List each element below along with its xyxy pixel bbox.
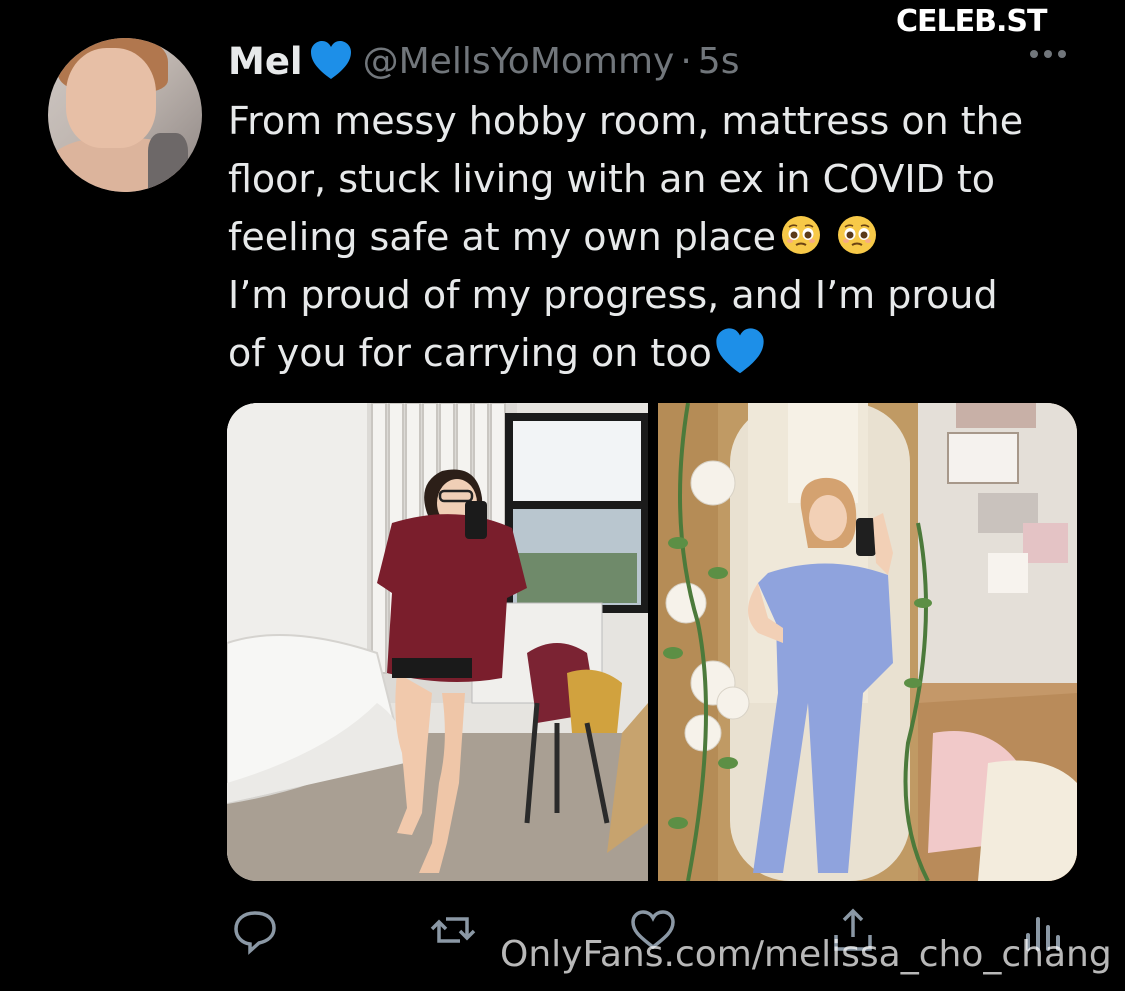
user-handle[interactable]: @MellsYoMommy <box>363 41 675 82</box>
separator-dot: · <box>680 40 692 82</box>
display-name[interactable]: Mel <box>228 40 303 83</box>
blue-heart-icon <box>309 39 353 83</box>
tweet-text-line: I’m proud of my progress, and I’m proud <box>228 273 998 317</box>
blue-heart-icon <box>714 326 766 378</box>
tweet-text-line: From messy hobby room, mattress on the <box>228 99 1024 143</box>
photo-before[interactable] <box>227 403 648 881</box>
retweet-icon[interactable] <box>428 905 478 955</box>
tweet-header: Mel @MellsYoMommy · 5s <box>228 34 739 88</box>
tweet-text: From messy hobby room, mattress on the f… <box>228 92 1108 382</box>
timestamp[interactable]: 5s <box>698 41 740 82</box>
more-dots-icon[interactable] <box>1030 50 1066 58</box>
photo-after[interactable] <box>658 403 1077 881</box>
tweet-text-line-3: feeling safe at my own place <box>228 208 1108 266</box>
watermark-top: CELEB.ST <box>896 4 1047 39</box>
pleading-face-icon <box>836 214 878 256</box>
reply-icon[interactable] <box>230 905 280 955</box>
tweet-text-line: floor, stuck living with an ex in COVID … <box>228 157 996 201</box>
watermark-bottom: OnlyFans.com/melissa_cho_chang <box>500 934 1112 975</box>
avatar[interactable] <box>48 38 202 192</box>
tweet-media[interactable] <box>227 403 1077 881</box>
pleading-face-icon <box>780 214 822 256</box>
tweet-text-line-5: of you for carrying on too <box>228 324 1108 382</box>
